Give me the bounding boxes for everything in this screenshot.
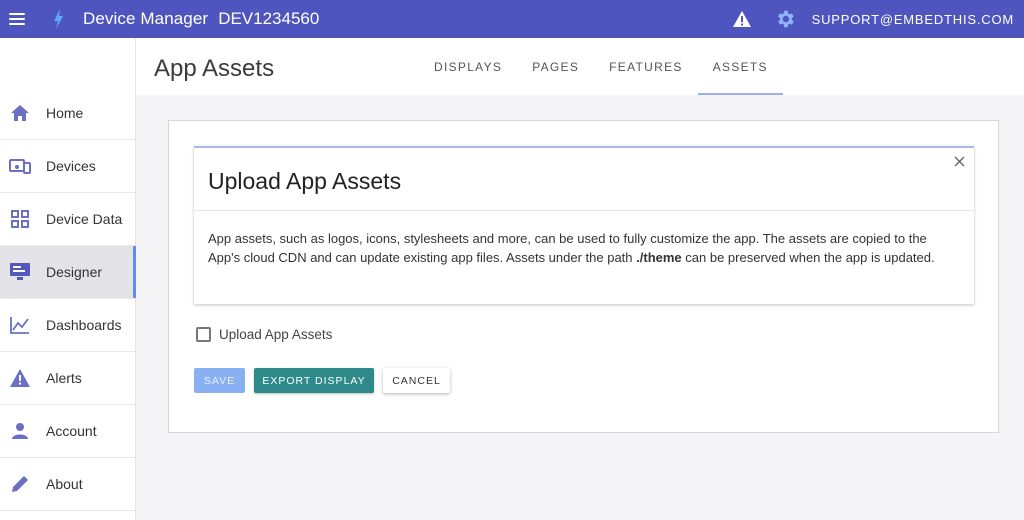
tab-pages[interactable]: PAGES (517, 38, 594, 95)
upload-assets-checkbox-row[interactable]: Upload App Assets (196, 327, 332, 342)
close-icon[interactable] (952, 154, 966, 168)
pencil-icon (9, 473, 31, 495)
sidebar-item-designer[interactable]: Designer (0, 246, 136, 299)
sidebar-item-device-data[interactable]: Device Data (0, 193, 135, 246)
device-id: DEV1234560 (218, 9, 320, 28)
person-icon (9, 420, 31, 442)
sidebar-item-account[interactable]: Account (0, 405, 135, 458)
sidebar-item-dashboards[interactable]: Dashboards (0, 299, 135, 352)
gear-icon[interactable] (774, 8, 796, 30)
menu-icon[interactable] (9, 13, 25, 25)
sidebar-item-label: Device Data (46, 211, 123, 227)
assets-card: Upload App Assets App assets, such as lo… (168, 120, 999, 433)
sidebar-item-label: Dashboards (46, 317, 122, 333)
sidebar-item-devices[interactable]: Devices (0, 140, 135, 193)
tab-features[interactable]: FEATURES (594, 38, 698, 95)
sidebar-item-label: Home (46, 105, 84, 121)
export-display-button[interactable]: EXPORT DISPLAY (254, 368, 374, 393)
warning-icon[interactable] (732, 10, 752, 28)
chart-line-icon (9, 314, 31, 336)
alert-icon (9, 367, 31, 389)
home-icon (9, 102, 31, 124)
sidebar-item-label: Devices (46, 158, 96, 174)
sidebar-item-about[interactable]: About (0, 458, 135, 511)
upload-assets-checkbox[interactable] (196, 327, 211, 342)
dialog-divider (194, 210, 974, 211)
sidebar-item-label: Account (46, 423, 97, 439)
sidebar-item-label: About (46, 476, 83, 492)
support-email-link[interactable]: SUPPORT@EMBEDTHIS.COM (812, 12, 1014, 27)
info-dialog: Upload App Assets App assets, such as lo… (194, 146, 974, 304)
save-button[interactable]: SAVE (194, 368, 245, 393)
tab-assets[interactable]: ASSETS (697, 38, 784, 95)
dialog-body: App assets, such as logos, icons, styles… (208, 230, 960, 267)
sidebar-item-label: Alerts (46, 370, 82, 386)
cancel-button[interactable]: CANCEL (383, 368, 450, 393)
app-title: Device Manager (83, 9, 209, 28)
grid-icon (9, 208, 31, 230)
devices-icon (9, 155, 31, 177)
top-app-bar: Device Manager DEV1234560 SUPPORT@EMBEDT… (0, 0, 1024, 38)
dialog-body-text-end: can be preserved when the app is updated… (681, 249, 935, 265)
designer-monitor-icon (9, 261, 31, 283)
theme-path-text: ./theme (636, 249, 682, 265)
tab-displays[interactable]: DISPLAYS (419, 38, 517, 95)
bolt-logo-icon[interactable] (51, 8, 65, 30)
sidebar: Home Devices Device Data Designer Dashbo… (0, 38, 136, 520)
page-header: App Assets DISPLAYS PAGES FEATURES ASSET… (136, 38, 1024, 95)
page-title: App Assets (154, 55, 275, 82)
sidebar-item-alerts[interactable]: Alerts (0, 352, 135, 405)
tab-bar: DISPLAYS PAGES FEATURES ASSETS (419, 38, 784, 95)
checkbox-label: Upload App Assets (219, 327, 333, 342)
dialog-title: Upload App Assets (208, 168, 402, 194)
sidebar-item-label: Designer (46, 264, 103, 280)
sidebar-item-home[interactable]: Home (0, 87, 135, 140)
